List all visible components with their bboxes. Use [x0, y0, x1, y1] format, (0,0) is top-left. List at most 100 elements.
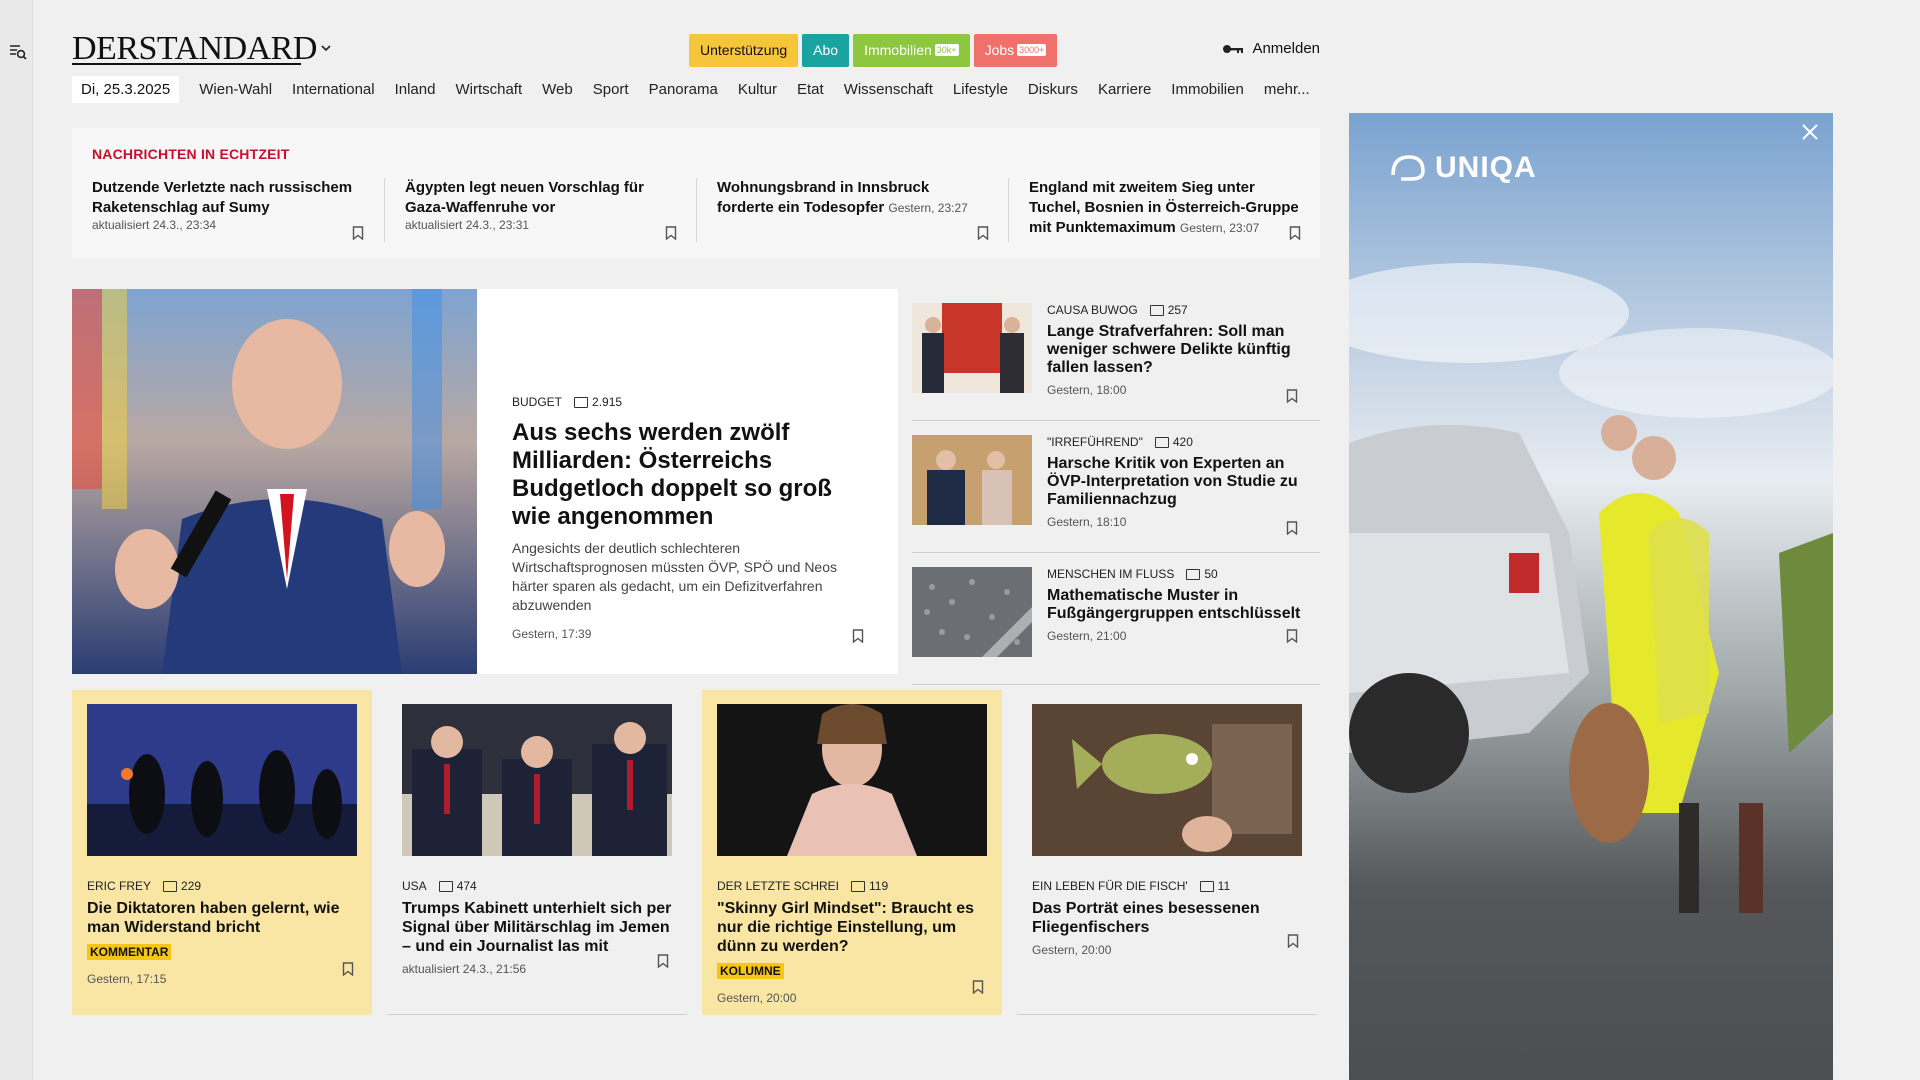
ad-image [1349, 263, 1833, 913]
menu-search-icon[interactable] [9, 43, 27, 61]
hero-title[interactable]: Aus sechs werden zwölf Milliarden: Öster… [512, 419, 872, 531]
comment-count: 119 [869, 879, 889, 893]
card-title[interactable]: Die Diktatoren haben gelernt, wie man Wi… [87, 899, 357, 937]
article-image[interactable] [87, 704, 357, 856]
live-item-title[interactable]: Dutzende Verletzte nach russischem Raket… [92, 178, 364, 218]
chevron-down-icon[interactable] [320, 42, 332, 54]
hero-image[interactable] [72, 289, 477, 674]
live-news-heading: NACHRICHTEN IN ECHTZEIT [92, 146, 290, 162]
comment-icon [1186, 568, 1201, 580]
support-button[interactable]: Unterstützung [689, 34, 799, 67]
bookmark-icon[interactable] [972, 980, 984, 994]
bookmark-icon[interactable] [1286, 629, 1298, 643]
live-item[interactable]: Wohnungsbrand in Innsbruck forderte ein … [696, 178, 1008, 242]
live-item[interactable]: England mit zweitem Sieg unter Tuchel, B… [1008, 178, 1320, 242]
comment-count: 2.915 [592, 395, 623, 409]
article-thumbnail[interactable] [912, 435, 1032, 525]
bookmark-icon[interactable] [852, 629, 864, 643]
article-card[interactable]: USA 474 Trumps Kabinett unterhielt sich p… [387, 690, 687, 1015]
bookmark-icon[interactable] [977, 226, 989, 240]
abo-button[interactable]: Abo [802, 34, 850, 67]
immobilien-count-badge: 30k+ [934, 44, 959, 56]
nav-item-wirtschaft[interactable]: Wirtschaft [445, 81, 532, 98]
card-tag: KOLUMNE [717, 963, 784, 979]
nav-item-sport[interactable]: Sport [583, 81, 639, 98]
nav-item-more[interactable]: mehr... [1254, 81, 1320, 98]
side-title[interactable]: Lange Strafverfahren: Soll man weniger s… [1047, 323, 1307, 377]
nav-item-lifestyle[interactable]: Lifestyle [943, 81, 1018, 98]
bookmark-icon[interactable] [1286, 521, 1298, 535]
bookmark-icon[interactable] [657, 954, 669, 968]
uniqa-logo-icon [1391, 155, 1425, 181]
hero-text: BUDGET 2.915 Aus sechs werden zwölf Milli… [512, 395, 872, 641]
login-label: Anmelden [1252, 40, 1320, 57]
side-title[interactable]: Mathematische Muster in Fußgängergruppen… [1047, 587, 1307, 623]
card-tag: KOMMENTAR [87, 944, 172, 960]
bookmark-icon[interactable] [1286, 389, 1298, 403]
hero-article[interactable]: BUDGET 2.915 Aus sechs werden zwölf Milli… [72, 289, 898, 674]
comment-icon [163, 880, 178, 892]
nav-item-web[interactable]: Web [532, 81, 583, 98]
side-article[interactable]: "IRREFÜHREND" 420 Harsche Kritik von Expe… [912, 421, 1320, 553]
article-thumbnail[interactable] [912, 567, 1032, 657]
nav-item-international[interactable]: International [282, 81, 385, 98]
immobilien-button[interactable]: Immobilien 30k+ [853, 34, 970, 67]
ad-brand: UNIQA [1389, 151, 1537, 185]
bookmark-icon[interactable] [1287, 934, 1299, 948]
nav-item-kultur[interactable]: Kultur [728, 81, 787, 98]
card-title[interactable]: Das Porträt eines besessenen Fliegenfisc… [1032, 899, 1302, 937]
hero-time: Gestern, 17:39 [512, 627, 592, 641]
article-card[interactable]: ERIC FREY 229 Die Diktatoren haben gelern… [72, 690, 372, 1015]
nav-item-panorama[interactable]: Panorama [639, 81, 728, 98]
side-time: Gestern, 21:00 [1047, 629, 1127, 643]
close-icon[interactable] [1799, 121, 1821, 143]
nav-item-wien-wahl[interactable]: Wien-Wahl [189, 81, 282, 98]
card-title[interactable]: Trumps Kabinett unterhielt sich per Sign… [402, 899, 672, 956]
side-article[interactable]: MENSCHEN IM FLUSS 50 Mathematische Muster… [912, 553, 1320, 685]
card-title[interactable]: "Skinny Girl Mindset": Braucht es nur di… [717, 899, 987, 956]
side-time: Gestern, 18:00 [1047, 383, 1127, 397]
logo-underline [72, 63, 301, 65]
jobs-button[interactable]: Jobs 3000+ [973, 34, 1058, 67]
login-button[interactable]: Anmelden [1222, 40, 1320, 57]
jobs-count-badge: 3000+ [1017, 44, 1047, 56]
article-card[interactable]: EIN LEBEN FÜR DIE FISCH' 11 Das Porträt e… [1017, 690, 1317, 1015]
side-articles: CAUSA BUWOG 257 Lange Strafverfahren: Sol… [912, 289, 1320, 685]
comment-icon [1199, 880, 1214, 892]
live-news-box: NACHRICHTEN IN ECHTZEIT Dutzende Verletz… [72, 128, 1320, 258]
bookmark-icon[interactable] [1289, 226, 1301, 240]
bookmark-icon[interactable] [665, 226, 677, 240]
advertisement-banner[interactable]: UNIQA [1349, 113, 1833, 1080]
article-image[interactable] [1032, 704, 1302, 856]
side-time: Gestern, 18:10 [1047, 515, 1127, 529]
article-cards: ERIC FREY 229 Die Diktatoren haben gelern… [72, 690, 1320, 1015]
side-kicker: MENSCHEN IM FLUSS 50 [1047, 567, 1218, 581]
nav-item-etat[interactable]: Etat [787, 81, 834, 98]
header-pills: Unterstützung Abo Immobilien 30k+ Jobs 300… [689, 34, 1058, 67]
nav-item-immobilien[interactable]: Immobilien [1161, 81, 1254, 98]
bookmark-icon[interactable] [342, 962, 354, 976]
article-thumbnail[interactable] [912, 303, 1032, 393]
side-kicker: CAUSA BUWOG 257 [1047, 303, 1188, 317]
live-item-title[interactable]: Wohnungsbrand in Innsbruck forderte ein … [717, 178, 988, 218]
nav-item-inland[interactable]: Inland [385, 81, 446, 98]
live-item-title[interactable]: Ägypten legt neuen Vorschlag für Gaza-Wa… [405, 178, 676, 218]
comment-icon [1149, 304, 1164, 316]
bookmark-icon[interactable] [352, 226, 364, 240]
nav-item-diskurs[interactable]: Diskurs [1018, 81, 1088, 98]
key-icon [1223, 44, 1244, 53]
card-kicker: USA 474 [402, 879, 477, 893]
article-image[interactable] [402, 704, 672, 856]
left-sidebar [0, 0, 33, 1080]
nav-item-karriere[interactable]: Karriere [1088, 81, 1161, 98]
article-card[interactable]: DER LETZTE SCHREI 119 "Skinny Girl Mindse… [702, 690, 1002, 1015]
article-image[interactable] [717, 704, 987, 856]
side-article[interactable]: CAUSA BUWOG 257 Lange Strafverfahren: Sol… [912, 289, 1320, 421]
comment-count: 229 [181, 879, 202, 893]
nav-item-wissenschaft[interactable]: Wissenschaft [834, 81, 943, 98]
side-title[interactable]: Harsche Kritik von Experten an ÖVP-Inter… [1047, 455, 1307, 509]
live-item[interactable]: Dutzende Verletzte nach russischem Raket… [72, 178, 384, 242]
main-nav: Di, 25.3.2025 Wien-Wahl International In… [72, 76, 1320, 103]
live-item[interactable]: Ägypten legt neuen Vorschlag für Gaza-Wa… [384, 178, 696, 242]
live-item-title[interactable]: England mit zweitem Sieg unter Tuchel, B… [1029, 178, 1300, 238]
